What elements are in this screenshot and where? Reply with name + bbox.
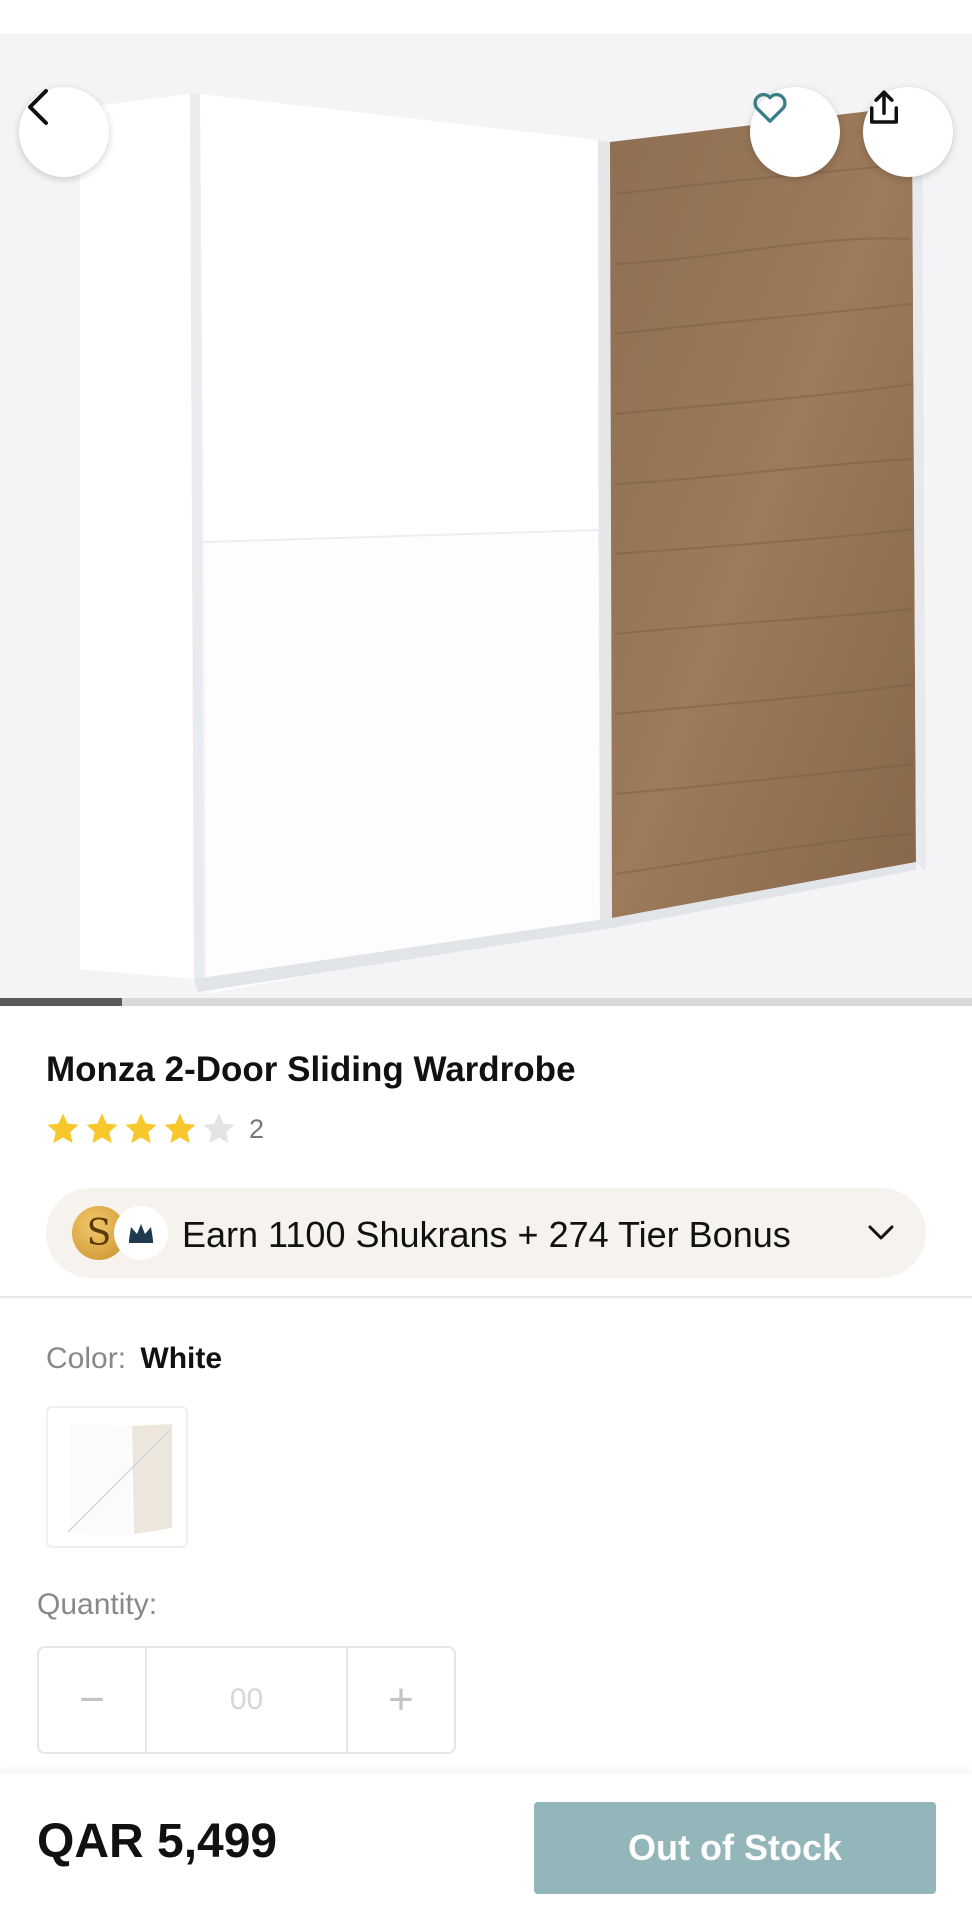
star-empty-icon xyxy=(203,1113,235,1144)
quantity-stepper: − 00 + xyxy=(37,1646,456,1754)
product-rating[interactable]: 2 xyxy=(44,1110,264,1148)
favorite-button[interactable] xyxy=(750,87,840,177)
star-filled-icon xyxy=(164,1113,196,1144)
heart-icon xyxy=(753,92,787,123)
share-icon xyxy=(870,90,898,124)
gallery-progress-bar xyxy=(0,998,972,1006)
purchase-bar: QAR 5,499 Out of Stock xyxy=(0,1774,972,1920)
decrease-quantity-button[interactable]: − xyxy=(39,1648,147,1752)
out-of-stock-button[interactable]: Out of Stock xyxy=(534,1802,936,1894)
product-price: QAR 5,499 xyxy=(37,1815,278,1868)
crown-icon xyxy=(114,1206,168,1260)
star-filled-icon xyxy=(47,1113,79,1144)
increase-quantity-button[interactable]: + xyxy=(346,1648,454,1752)
product-page: Monza 2-Door Sliding Wardrobe 2 S Earn 1… xyxy=(0,0,972,1920)
chevron-left-icon xyxy=(28,89,48,125)
chevron-down-icon[interactable] xyxy=(864,1216,898,1250)
color-value: White xyxy=(140,1342,223,1375)
swatch-thumbnail xyxy=(67,1424,172,1536)
shukran-rewards-banner[interactable]: S Earn 1100 Shukrans + 274 Tier Bonus xyxy=(46,1188,926,1278)
section-divider xyxy=(0,1296,972,1298)
quantity-label: Quantity: xyxy=(37,1588,158,1621)
color-swatch-white[interactable] xyxy=(46,1406,188,1548)
back-button[interactable] xyxy=(19,87,109,177)
wardrobe-image xyxy=(80,94,926,994)
review-count: 2 xyxy=(249,1113,265,1144)
share-button[interactable] xyxy=(863,87,953,177)
star-filled-icon xyxy=(86,1113,118,1144)
color-label: Color: xyxy=(46,1342,127,1375)
product-image-gallery[interactable] xyxy=(0,34,972,998)
color-selector-label: Color: White xyxy=(46,1342,222,1376)
rewards-text: Earn 1100 Shukrans + 274 Tier Bonus xyxy=(182,1214,791,1255)
quantity-value[interactable]: 00 xyxy=(147,1648,346,1752)
rating-stars xyxy=(44,1110,239,1148)
gallery-progress-fill xyxy=(0,998,122,1006)
star-filled-icon xyxy=(125,1113,157,1144)
product-title: Monza 2-Door Sliding Wardrobe xyxy=(46,1050,576,1089)
